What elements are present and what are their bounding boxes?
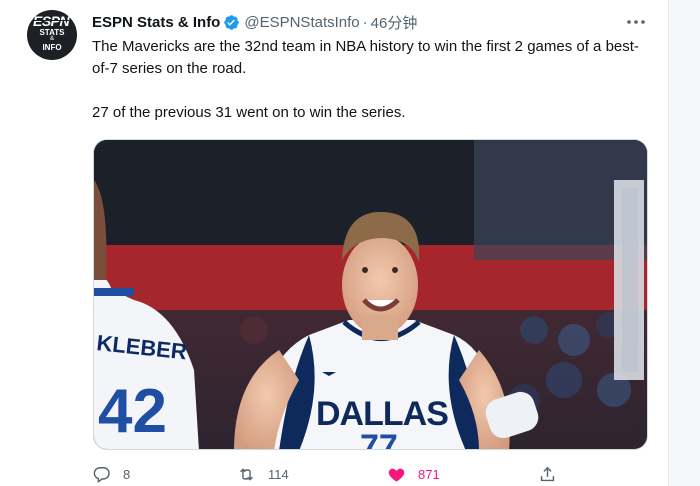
tweet-paragraph-1: The Mavericks are the 32nd team in NBA h… bbox=[92, 38, 639, 77]
retweet-icon bbox=[240, 467, 253, 481]
like-count: 871 bbox=[418, 466, 440, 482]
reply-icon bbox=[93, 466, 110, 483]
retweet-count: 114 bbox=[268, 466, 289, 482]
tweet-photo[interactable]: KLEBER 42 DALLAS 77 bbox=[93, 139, 648, 450]
avatar-info-text: INFO bbox=[42, 43, 62, 52]
share-icon bbox=[540, 466, 555, 481]
avatar-amp-text: & bbox=[49, 36, 55, 42]
header-separator: · bbox=[362, 13, 368, 31]
retweet-button[interactable]: 114 bbox=[237, 464, 289, 484]
left-player-number: 42 bbox=[98, 377, 167, 446]
basketball-photo: KLEBER 42 DALLAS 77 bbox=[94, 140, 647, 450]
share-button[interactable] bbox=[538, 464, 557, 484]
tweet-paragraph-2: 27 of the previous 31 went on to win the… bbox=[92, 104, 406, 121]
reply-count: 8 bbox=[123, 466, 131, 482]
tweet-card[interactable]: ESPN STATS & INFO ESPN Stats & Info @ESP… bbox=[0, 0, 669, 486]
more-options-icon[interactable] bbox=[624, 10, 648, 34]
heart-filled-icon bbox=[388, 468, 405, 482]
tweet-header: ESPN Stats & Info @ESPNStatsInfo · 46分钟 bbox=[92, 11, 417, 33]
verified-badge-icon bbox=[224, 14, 240, 30]
author-handle[interactable]: @ESPNStatsInfo bbox=[244, 14, 359, 31]
tweet-text: The Mavericks are the 32nd team in NBA h… bbox=[92, 36, 652, 124]
avatar-logo-text: ESPN bbox=[33, 13, 70, 29]
author-avatar[interactable]: ESPN STATS & INFO bbox=[27, 10, 77, 60]
like-button[interactable]: 871 bbox=[387, 464, 440, 484]
jersey-number: 77 bbox=[360, 428, 398, 450]
author-display-name[interactable]: ESPN Stats & Info bbox=[92, 14, 220, 31]
reply-button[interactable]: 8 bbox=[92, 464, 130, 484]
tweet-timestamp[interactable]: 46分钟 bbox=[371, 12, 418, 33]
